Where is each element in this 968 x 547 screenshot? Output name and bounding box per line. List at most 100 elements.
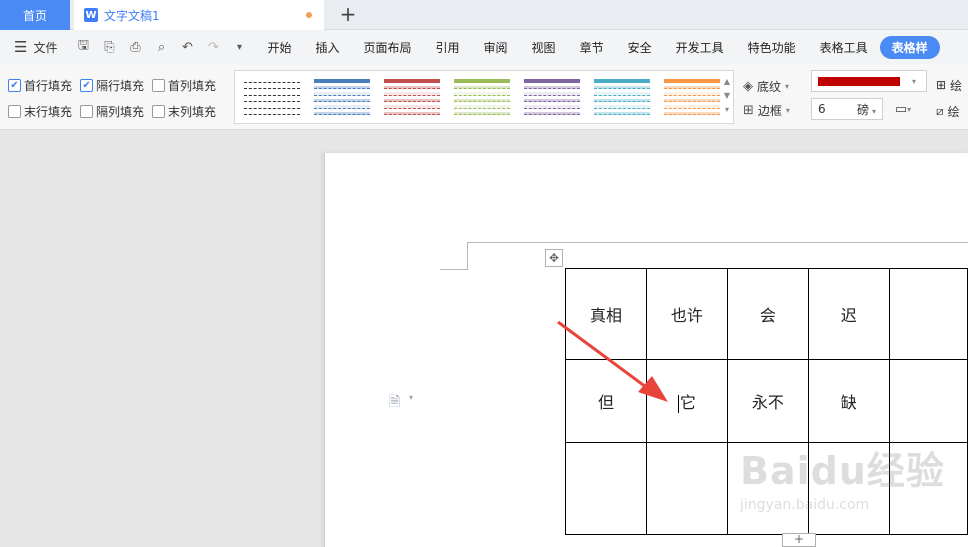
document-title: 文字文稿1 — [104, 8, 160, 23]
table-cell[interactable] — [888, 442, 968, 535]
checkbox-first-row-fill[interactable]: ✔ 首行填充 — [8, 77, 72, 94]
chevron-down-icon: ▾ — [871, 106, 876, 116]
paragraph-layout-icon[interactable]: 🗎 — [389, 391, 400, 415]
table-cell[interactable]: 迟 — [807, 268, 890, 360]
border-icon: ⊞ — [743, 102, 754, 118]
file-menu-label: 文件 — [33, 40, 58, 55]
table-cell[interactable]: 缺 — [807, 359, 890, 443]
border-label: 边框 — [757, 103, 782, 118]
menu-review[interactable]: 审阅 — [472, 39, 520, 56]
checkbox-label: 首列填充 — [168, 78, 217, 93]
menu-developer[interactable]: 开发工具 — [664, 39, 736, 56]
chevron-down-icon: ▾ — [907, 104, 912, 114]
checkbox-first-column-fill[interactable]: 首列填充 — [152, 77, 216, 94]
checkbox-banded-columns[interactable]: 隔列填充 — [80, 103, 144, 120]
table-style-swatch[interactable] — [451, 75, 513, 119]
writer-doc-icon: W — [84, 8, 98, 22]
print-preview-icon[interactable]: ⌕ — [151, 40, 171, 55]
table-cell[interactable] — [807, 442, 890, 535]
pen-size-dropdown[interactable]: 6 磅 ▾ — [811, 98, 883, 120]
checkbox-unchecked-icon — [152, 78, 166, 92]
menu-table-tools[interactable]: 表格工具 — [808, 39, 880, 56]
checkbox-last-row-fill[interactable]: 末行填充 — [8, 103, 72, 120]
paint-bucket-icon: ◈ — [743, 78, 753, 94]
menu-references[interactable]: 引用 — [424, 39, 472, 56]
border-button[interactable]: ⊞ 边框 ▾ — [743, 98, 790, 122]
table-row: 真相 也许 会 迟 — [565, 268, 968, 360]
fill-options-group: ✔ 首行填充 ✔ 隔行填充 首列填充 末行填充 隔列填充 末列填充 — [8, 72, 232, 124]
gallery-scroll-icon[interactable]: ▲ ▼ ▾ — [723, 75, 731, 117]
menu-special-features[interactable]: 特色功能 — [736, 39, 808, 56]
erase-table-label: 绘 — [947, 104, 960, 119]
unsaved-dot-icon — [306, 12, 312, 18]
checkbox-unchecked-icon — [8, 104, 21, 118]
table-style-swatch[interactable] — [311, 75, 373, 119]
chevron-down-icon: ▾ — [785, 105, 790, 115]
checkbox-last-column-fill[interactable]: 末列填充 — [152, 103, 216, 120]
add-row-button[interactable]: + — [782, 533, 816, 547]
draw-table-icon: ⊞ — [936, 78, 947, 92]
tab-home[interactable]: 首页 — [0, 0, 70, 30]
checkbox-label: 隔行填充 — [96, 78, 145, 93]
quick-access-toolbar: 🖫 ⎘ ⎙ ⌕ ↶ ↷ ▾ — [67, 36, 255, 58]
table-cell[interactable] — [565, 442, 647, 535]
eraser-icon: ⧄ — [936, 103, 944, 118]
table-cell[interactable] — [645, 442, 728, 535]
checkbox-label: 末行填充 — [24, 104, 73, 119]
table-style-swatch[interactable] — [591, 75, 653, 119]
pen-settings-group: ▾ 6 磅 ▾ ▭ ▾ — [811, 70, 927, 120]
menu-section[interactable]: 章节 — [568, 39, 616, 56]
customize-toolbar-icon[interactable]: ▾ — [229, 42, 249, 53]
new-tab-button[interactable]: + — [338, 4, 358, 24]
format-painter-icon[interactable]: ⎘ — [99, 40, 119, 55]
checkbox-label: 首行填充 — [24, 78, 73, 93]
table-cell[interactable]: 真相 — [565, 268, 647, 360]
menu-start[interactable]: 开始 — [255, 39, 303, 56]
menu-insert[interactable]: 插入 — [303, 39, 351, 56]
table-style-swatch[interactable] — [381, 75, 443, 119]
table-cell[interactable]: 但 — [565, 359, 647, 443]
undo-icon[interactable]: ↶ — [177, 40, 197, 55]
table-style-swatch[interactable] — [521, 75, 583, 119]
menu-view[interactable]: 视图 — [520, 39, 568, 56]
draw-table-button[interactable]: ⊞ 绘 — [936, 72, 962, 98]
pen-style-button[interactable]: ▭ ▾ — [889, 98, 917, 120]
chevron-down-icon[interactable]: ▾ — [409, 393, 413, 402]
shading-button[interactable]: ◈ 底纹 ▾ — [743, 74, 790, 98]
checkbox-checked-icon: ✔ — [8, 78, 21, 92]
table-cell[interactable] — [888, 359, 968, 443]
print-icon[interactable]: ⎙ — [125, 40, 145, 55]
cell-text: 它 — [679, 393, 696, 412]
shading-border-group: ◈ 底纹 ▾ ⊞ 边框 ▾ — [743, 74, 790, 122]
table-style-swatch[interactable] — [241, 75, 303, 119]
shading-label: 底纹 — [757, 79, 782, 94]
pen-style-icon: ▭ — [894, 101, 908, 117]
table-cell[interactable]: 会 — [726, 268, 809, 360]
table-move-handle[interactable]: ✥ — [545, 249, 563, 267]
table-style-swatch[interactable] — [661, 75, 723, 119]
table-cell[interactable]: 永不 — [726, 359, 809, 443]
table-cell-active[interactable]: 它 — [645, 359, 728, 443]
table-cell[interactable]: 也许 — [645, 268, 728, 360]
menu-table-style[interactable]: 表格样 — [879, 35, 940, 59]
erase-table-button[interactable]: ⧄ 绘 — [936, 98, 962, 124]
checkbox-checked-icon: ✔ — [80, 78, 94, 92]
margin-corner-line — [467, 242, 468, 270]
redo-icon[interactable]: ↷ — [203, 40, 223, 55]
menu-bar: ☰ 文件 🖫 ⎘ ⎙ ⌕ ↶ ↷ ▾ 开始 插入 页面布局 引用 审阅 视图 章… — [0, 30, 968, 64]
save-icon[interactable]: 🖫 — [73, 36, 93, 58]
checkbox-banded-rows[interactable]: ✔ 隔行填充 — [80, 77, 144, 94]
menu-security[interactable]: 安全 — [616, 39, 664, 56]
menu-page-layout[interactable]: 页面布局 — [352, 39, 424, 56]
draw-table-group: ⊞ 绘 ⧄ 绘 — [936, 72, 962, 124]
checkbox-unchecked-icon — [80, 104, 94, 118]
table-cell[interactable] — [726, 442, 809, 535]
tab-document[interactable]: W 文字文稿1 — [74, 0, 324, 30]
checkbox-unchecked-icon — [152, 104, 166, 118]
pen-color-swatch — [818, 76, 900, 86]
chevron-down-icon: ▾ — [912, 76, 917, 86]
table-cell[interactable] — [888, 268, 968, 360]
pen-color-dropdown[interactable]: ▾ — [811, 70, 927, 92]
file-menu-button[interactable]: ☰ 文件 — [0, 38, 67, 56]
checkbox-label: 末列填充 — [168, 104, 217, 119]
